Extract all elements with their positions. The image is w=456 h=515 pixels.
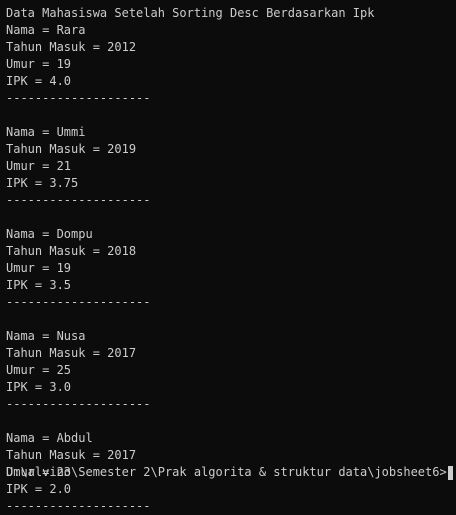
record-umur: Umur = 19 [6, 57, 72, 71]
record-separator: -------------------- [6, 397, 151, 411]
record-nama: Nama = Ummi [6, 125, 86, 139]
terminal-window[interactable]: Data Mahasiswa Setelah Sorting Desc Berd… [0, 0, 456, 513]
record-ipk: IPK = 3.5 [6, 278, 72, 292]
record-tahun: Tahun Masuk = 2019 [6, 142, 137, 156]
record-tahun: Tahun Masuk = 2017 [6, 346, 137, 360]
record-ipk: IPK = 4.0 [6, 74, 72, 88]
record-nama: Nama = Dompu [6, 227, 93, 241]
record-separator: -------------------- [6, 499, 151, 513]
record-rara: Nama = Rara Tahun Masuk = 2012 Umur = 19… [6, 22, 456, 107]
record-tahun: Tahun Masuk = 2012 [6, 40, 137, 54]
record-ummi: Nama = Ummi Tahun Masuk = 2019 Umur = 21… [6, 124, 456, 209]
record-separator: -------------------- [6, 91, 151, 105]
record-umur: Umur = 19 [6, 261, 72, 275]
record-nusa: Nama = Nusa Tahun Masuk = 2017 Umur = 25… [6, 328, 456, 413]
record-ipk: IPK = 3.75 [6, 176, 79, 190]
record-separator: -------------------- [6, 193, 151, 207]
prompt-path: D:\alvino\Semester 2\Prak algorita & str… [6, 465, 447, 479]
record-dompu: Nama = Dompu Tahun Masuk = 2018 Umur = 1… [6, 226, 456, 311]
record-nama: Nama = Rara [6, 23, 86, 37]
command-prompt[interactable]: D:\alvino\Semester 2\Prak algorita & str… [6, 464, 454, 481]
record-ipk: IPK = 3.0 [6, 380, 72, 394]
record-umur: Umur = 21 [6, 159, 72, 173]
record-ipk: IPK = 2.0 [6, 482, 72, 496]
record-tahun: Tahun Masuk = 2018 [6, 244, 137, 258]
record-nama: Nama = Nusa [6, 329, 86, 343]
record-umur: Umur = 25 [6, 363, 72, 377]
output-header: Data Mahasiswa Setelah Sorting Desc Berd… [6, 6, 375, 20]
record-tahun: Tahun Masuk = 2017 [6, 448, 137, 462]
record-nama: Nama = Abdul [6, 431, 93, 445]
record-separator: -------------------- [6, 295, 151, 309]
